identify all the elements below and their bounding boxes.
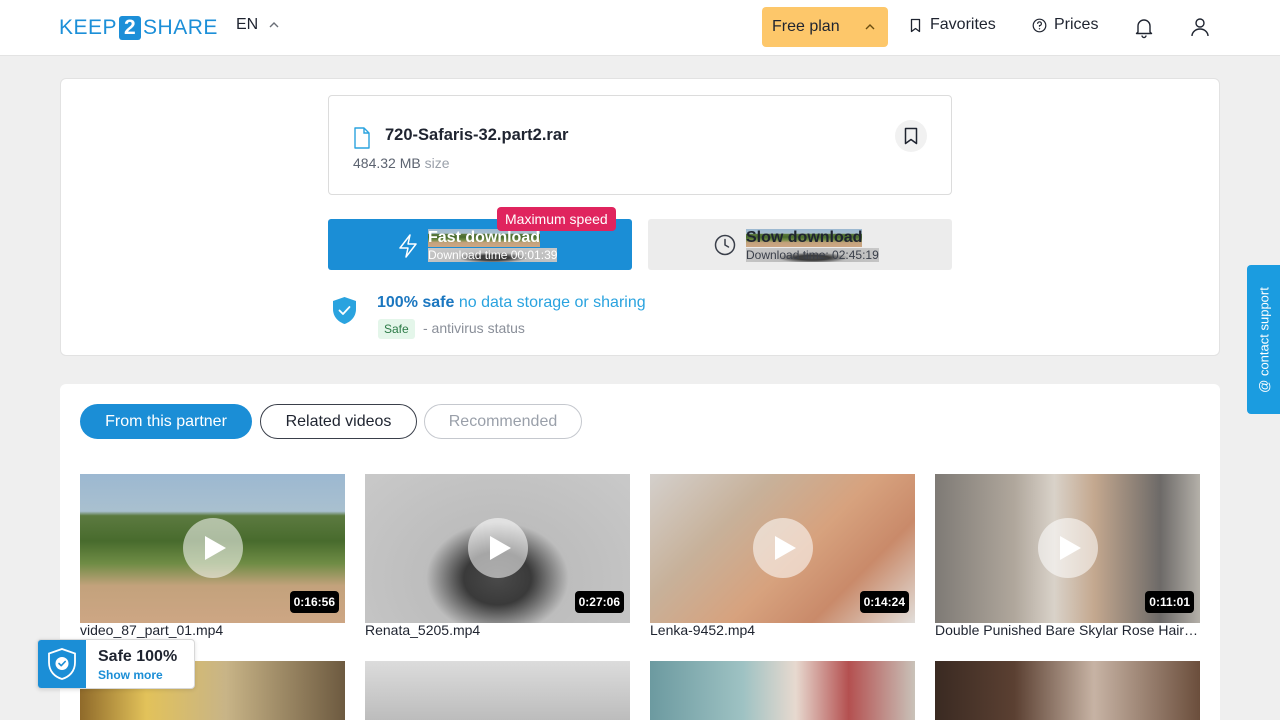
video-title[interactable]: video_87_part_01.mp4 xyxy=(80,622,345,638)
file-info-box: 720-Safaris-32.part2.rar 484.32 MB size xyxy=(328,95,952,195)
play-button[interactable] xyxy=(468,518,528,578)
logo-keep: KEEP xyxy=(59,16,118,39)
plan-label: Free plan xyxy=(772,18,840,35)
video-thumbnail[interactable]: 0:16:56 xyxy=(80,474,345,623)
file-size-label: size xyxy=(424,155,450,171)
video-title[interactable]: Lenka-9452.mp4 xyxy=(650,622,915,638)
video-duration: 0:27:06 xyxy=(574,591,624,613)
logo-two: 2 xyxy=(119,16,142,40)
show-more-link[interactable]: Show more xyxy=(98,668,163,682)
video-duration: 0:16:56 xyxy=(289,591,339,613)
video-title[interactable]: Double Punished Bare Skylar Rose Hair… xyxy=(935,622,1200,638)
bookmark-icon xyxy=(904,127,918,145)
play-icon xyxy=(775,536,796,560)
tab-from-this-partner[interactable]: From this partner xyxy=(80,404,252,439)
bookmark-icon xyxy=(910,18,921,32)
safety-statement: 100% safe no data storage or sharing xyxy=(377,294,646,312)
safe-popup[interactable]: Safe 100% Show more xyxy=(37,639,195,689)
fast-download-time: Download time 00:01:39 xyxy=(428,248,558,262)
bookmark-button[interactable] xyxy=(895,120,927,152)
file-icon xyxy=(354,127,370,149)
file-name: 720-Safaris-32.part2.rar xyxy=(385,126,569,144)
video-thumbnail[interactable] xyxy=(650,661,915,720)
play-button[interactable] xyxy=(1038,518,1098,578)
video-title[interactable]: Renata_5205.mp4 xyxy=(365,622,630,638)
safe-popup-shield xyxy=(38,640,86,688)
logo-share: SHARE xyxy=(143,16,218,39)
prices-link[interactable]: Prices xyxy=(1032,16,1098,34)
shield-check-icon xyxy=(333,297,356,324)
chevron-up-icon xyxy=(865,24,875,30)
tab-recommended[interactable]: Recommended xyxy=(424,404,582,439)
video-thumbnail[interactable] xyxy=(365,661,630,720)
favorites-label: Favorites xyxy=(930,16,996,33)
slow-download-time: Download time: 02:45:19 xyxy=(746,248,879,262)
user-icon[interactable] xyxy=(1188,15,1212,39)
language-label: EN xyxy=(236,16,259,33)
safe-badge: Safe xyxy=(378,319,415,339)
slow-download-title: Slow download xyxy=(746,229,863,247)
keep2share-logo[interactable]: KEEP 2 SHARE xyxy=(59,16,218,40)
fast-download-title: Fast download xyxy=(428,229,540,247)
tab-related-videos[interactable]: Related videos xyxy=(260,404,417,439)
play-icon xyxy=(490,536,511,560)
video-thumbnail[interactable]: 0:14:24 xyxy=(650,474,915,623)
play-button[interactable] xyxy=(183,518,243,578)
language-selector[interactable]: EN xyxy=(236,16,280,34)
chevron-up-icon xyxy=(269,22,279,28)
bell-icon[interactable] xyxy=(1132,15,1156,39)
maximum-speed-badge: Maximum speed xyxy=(497,207,616,231)
video-duration: 0:11:01 xyxy=(1145,591,1194,613)
file-size-value: 484.32 MB xyxy=(353,155,421,171)
video-thumbnail[interactable]: 0:27:06 xyxy=(365,474,630,623)
help-circle-icon xyxy=(1032,18,1047,32)
safety-bold: 100% safe xyxy=(377,294,455,311)
prices-label: Prices xyxy=(1054,16,1099,33)
play-icon xyxy=(205,536,226,560)
favorites-link[interactable]: Favorites xyxy=(908,16,996,34)
safe-popup-title: Safe 100% xyxy=(98,648,178,665)
play-icon xyxy=(1060,536,1081,560)
video-thumbnail[interactable] xyxy=(935,661,1200,720)
antivirus-status: - antivirus status xyxy=(423,320,525,336)
free-plan-button[interactable]: Free plan xyxy=(762,7,888,47)
contact-support-tab[interactable]: @ contact support xyxy=(1247,265,1280,414)
shield-check-icon xyxy=(48,648,76,680)
header: KEEP 2 SHARE EN Free plan Favorites Pric… xyxy=(0,0,1280,56)
video-duration: 0:14:24 xyxy=(859,591,909,613)
video-thumbnail[interactable]: 0:11:01 xyxy=(935,474,1200,623)
lightning-icon xyxy=(399,234,417,258)
file-size: 484.32 MB size xyxy=(353,155,450,171)
clock-icon xyxy=(714,234,736,256)
slow-download-button[interactable]: Slow download Download time: 02:45:19 xyxy=(648,219,952,270)
safety-rest: no data storage or sharing xyxy=(458,294,646,311)
contact-support-label: @ contact support xyxy=(1256,286,1271,393)
play-button[interactable] xyxy=(753,518,813,578)
